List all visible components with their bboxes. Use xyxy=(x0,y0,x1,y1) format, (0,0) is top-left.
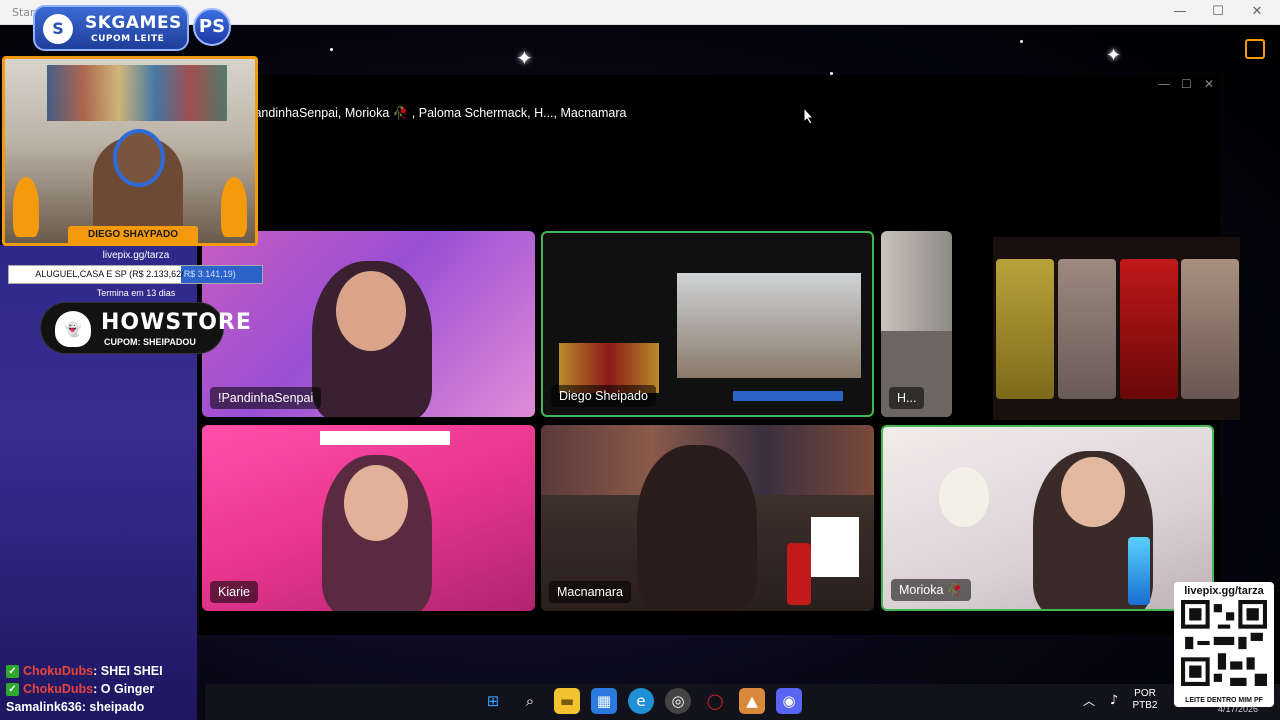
tile-label: !PandinhaSenpai xyxy=(210,387,322,409)
talking-cat-panel xyxy=(993,237,1240,420)
goal-amount: ALUGUEL,CASA E SP (R$ 2.133,62/ xyxy=(35,269,184,279)
ghost-icon: 👻 xyxy=(55,311,91,347)
video-tile-diego-sheipado[interactable]: Diego Sheipado xyxy=(541,231,874,417)
chrome-icon[interactable]: ◎ xyxy=(665,688,691,714)
tile-label: Morioka 🥀 xyxy=(891,579,971,601)
tile-label: Kiarie xyxy=(210,581,258,603)
microphone-tray-icon[interactable]: ♪ xyxy=(1101,688,1127,714)
skgames-logo-icon: S xyxy=(43,14,73,44)
participant-face xyxy=(344,465,408,541)
maximize-button[interactable]: ☐ xyxy=(1203,3,1233,21)
cat-figure xyxy=(1120,259,1178,399)
chat-username: Samalink636 xyxy=(6,700,82,714)
tile-label: H... xyxy=(889,387,925,409)
participant-figure xyxy=(637,445,757,611)
chat-message: Samalink636: sheipado xyxy=(6,700,145,714)
video-tile-kiarie[interactable]: Kiarie xyxy=(202,425,535,611)
fox-app-icon[interactable]: ▲ xyxy=(739,688,765,714)
flame-decoration xyxy=(221,177,247,237)
cat-figure xyxy=(1181,259,1239,399)
livepix-url: livepix.gg/tarza xyxy=(102,250,170,261)
sponsor-badge-skgames: S SKGAMES CUPOM LEITE xyxy=(33,5,189,51)
plush-toy xyxy=(939,467,989,527)
call-close-button[interactable]: ✕ xyxy=(1204,77,1214,91)
donation-goal-bar: ALUGUEL,CASA E SP (R$ 2.133,62/R$ 3.141,… xyxy=(8,265,263,284)
call-maximize-button[interactable]: ☐ xyxy=(1181,77,1192,91)
chat-message: ✓ ChokuDubs: O Ginger xyxy=(6,680,201,698)
cat-figure xyxy=(996,259,1054,399)
sparkle-icon: ✦ xyxy=(516,46,533,70)
participants-list: ie, !PandinhaSenpai, Morioka 🥀 , Paloma … xyxy=(226,106,627,120)
screen-share-bar xyxy=(733,391,843,401)
edge-icon[interactable]: e xyxy=(628,688,654,714)
goal-text: ALUGUEL,CASA E SP (R$ 2.133,62/R$ 3.141,… xyxy=(9,266,262,283)
screen-share-preview xyxy=(677,273,861,378)
windows-start-icon[interactable]: ⊞ xyxy=(480,688,506,714)
microphone xyxy=(1128,537,1150,605)
star-dot xyxy=(330,48,333,51)
chat-text: SHEI SHEI xyxy=(100,664,163,678)
playstation-icon: PS xyxy=(193,8,231,46)
tile-label: Macnamara xyxy=(549,581,631,603)
qr-title: livepix.gg/tarza xyxy=(1184,585,1264,597)
streamer-nameplate: DIEGO SHAYPADO xyxy=(68,226,198,243)
sponsor-coupon: CUPOM LEITE xyxy=(91,34,165,44)
record-indicator-icon xyxy=(1245,39,1265,59)
livepix-qr-card: livepix.gg/tarza LEITE DENTRO MIM PF xyxy=(1174,582,1274,707)
participant-face xyxy=(336,271,406,351)
opera-icon[interactable]: ◯ xyxy=(702,688,728,714)
sponsor-badge-howstore: 👻 HOWSTORE CUPOM: SHEIPADOU xyxy=(40,302,251,354)
goal-deadline: Termina em 13 dias xyxy=(96,288,176,298)
sponsor-name: SKGAMES xyxy=(85,13,182,33)
language-indicator[interactable]: POR PTB2 xyxy=(1130,688,1160,712)
chat-username: ChokuDubs xyxy=(23,682,94,696)
chat-username: ChokuDubs xyxy=(23,664,94,678)
stream-screen: Stard — ☐ ✕ ✦ ✦ ✦ ✦ ✦ — ☐ ✕ ie, !Pandinh… xyxy=(0,0,1280,720)
video-tile-morioka[interactable]: Morioka 🥀 xyxy=(881,425,1214,611)
search-icon[interactable]: ⌕ xyxy=(517,688,543,714)
qr-footer: LEITE DENTRO MIM PF xyxy=(1185,697,1263,704)
discord-icon[interactable]: ◉ xyxy=(776,688,802,714)
streamer-webcam: DIEGO SHAYPADO xyxy=(2,56,258,246)
close-button[interactable]: ✕ xyxy=(1242,3,1272,21)
qr-code-thumb xyxy=(811,517,859,577)
language-code: POR xyxy=(1134,688,1156,699)
chat-text: O Ginger xyxy=(100,682,155,696)
video-tile-h[interactable]: H... xyxy=(881,231,952,417)
file-explorer-icon[interactable]: ▬ xyxy=(554,688,580,714)
star-dot xyxy=(1020,40,1023,43)
chevron-up-icon[interactable]: ︿ xyxy=(1076,688,1102,714)
cat-figure xyxy=(1058,259,1116,399)
participant-face xyxy=(1061,457,1125,527)
sparkle-icon: ✦ xyxy=(1106,45,1122,66)
verified-check-icon: ✓ xyxy=(6,682,19,696)
chat-overlay: ✓ ChokuDubs: SHEI SHEI ✓ ChokuDubs: O Gi… xyxy=(6,662,201,716)
chat-message: ✓ ChokuDubs: SHEI SHEI xyxy=(6,662,201,680)
streamer-head xyxy=(113,129,165,187)
tile-label: Diego Sheipado xyxy=(551,385,656,407)
verified-check-icon: ✓ xyxy=(6,664,19,678)
outer-title-bar: Stard — ☐ ✕ xyxy=(0,0,1280,25)
howstore-name: HOWSTORE xyxy=(101,310,252,335)
store-icon[interactable]: ▦ xyxy=(591,688,617,714)
goal-target: R$ 3.141,19) xyxy=(183,269,236,279)
howstore-coupon: CUPOM: SHEIPADOU xyxy=(104,337,196,347)
minimize-button[interactable]: — xyxy=(1165,3,1195,21)
collectibles-shelf xyxy=(47,65,227,121)
call-minimize-button[interactable]: — xyxy=(1158,77,1170,91)
keyboard-layout: PTB2 xyxy=(1132,700,1158,711)
video-tile-macnamara[interactable]: Macnamara xyxy=(541,425,874,611)
microphone xyxy=(787,543,811,605)
overlay-banner xyxy=(320,431,450,445)
chat-text: sheipado xyxy=(89,700,145,714)
qr-code-icon xyxy=(1181,600,1267,686)
flame-decoration xyxy=(13,177,39,237)
